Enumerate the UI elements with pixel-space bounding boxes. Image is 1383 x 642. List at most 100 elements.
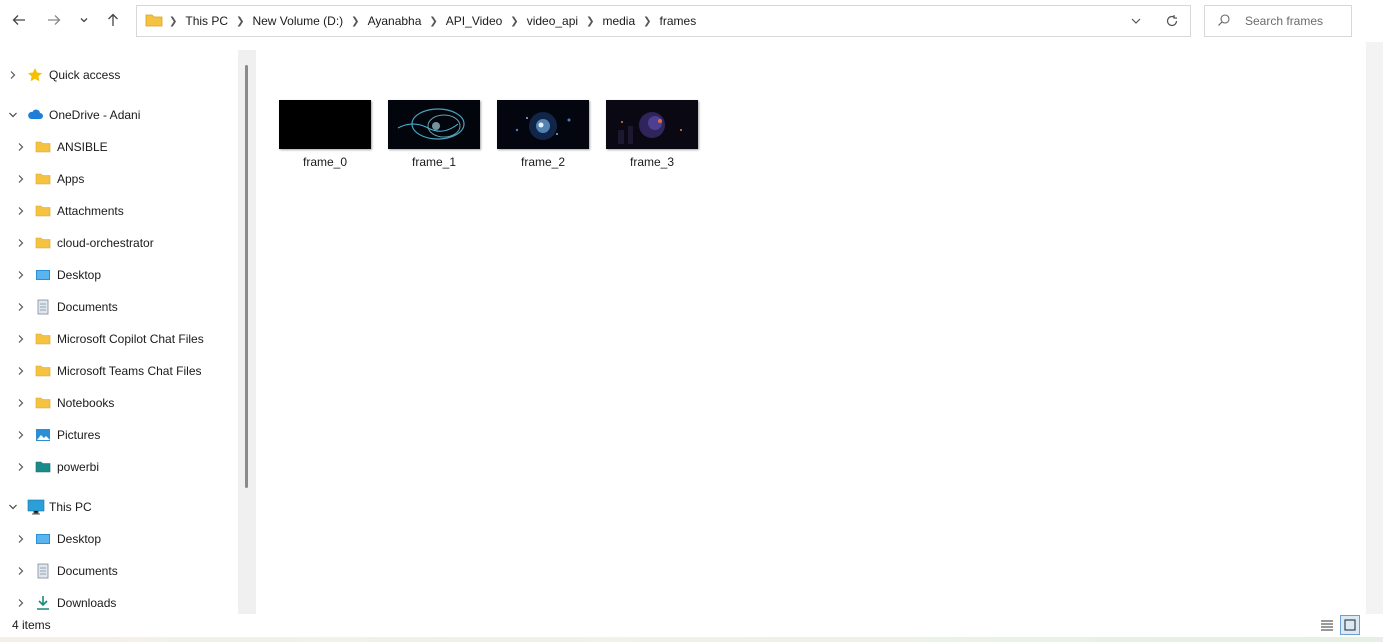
file-thumbnail[interactable]: [279, 100, 371, 149]
breadcrumb-separator[interactable]: ❯: [169, 16, 185, 27]
sidebar-item-attachments[interactable]: Attachments: [0, 200, 236, 222]
refresh-icon: [1166, 15, 1178, 27]
navigation-pane-scrollbar[interactable]: [238, 50, 256, 614]
breadcrumb-separator[interactable]: ❯: [643, 16, 651, 27]
file-name[interactable]: frame_3: [606, 155, 698, 169]
file-name[interactable]: frame_2: [497, 155, 589, 169]
breadcrumb-separator[interactable]: ❯: [351, 16, 359, 27]
sidebar-item-cloud-orchestrator[interactable]: cloud-orchestrator: [0, 232, 236, 254]
file-name[interactable]: frame_0: [279, 155, 371, 169]
item-count: 4 items: [12, 618, 51, 632]
download-icon: [35, 595, 51, 611]
arrow-up-icon: [108, 13, 118, 26]
sidebar-item-desktop[interactable]: Desktop: [0, 528, 236, 550]
folder-icon: [145, 12, 163, 31]
breadcrumb-separator[interactable]: ❯: [510, 16, 518, 27]
recent-locations-button[interactable]: [73, 9, 95, 31]
sidebar-item-label: cloud-orchestrator: [57, 236, 154, 250]
folder-icon: [35, 139, 51, 155]
chevron-down-icon: [1131, 18, 1141, 24]
folder-icon: [35, 363, 51, 379]
chevron-right-icon[interactable]: [15, 429, 27, 441]
chevron-down-icon[interactable]: [7, 109, 19, 121]
chevron-right-icon[interactable]: [15, 301, 27, 313]
sidebar-item-label: Downloads: [57, 596, 117, 610]
sidebar-item-label: ANSIBLE: [57, 140, 108, 154]
search-placeholder: Search frames: [1245, 14, 1324, 28]
breadcrumb: This PC ❯ New Volume (D:) ❯ Ayanabha ❯ API_Vid…: [185, 14, 696, 28]
file-thumbnail[interactable]: [388, 100, 480, 149]
folder-icon: [35, 395, 51, 411]
sidebar-item-label: Desktop: [57, 268, 102, 282]
sidebar-item-label: OneDrive - Adani: [49, 108, 141, 122]
sidebar-item-onedrive-adani[interactable]: OneDrive - Adani: [0, 104, 236, 126]
content-scrollbar[interactable]: [1366, 42, 1383, 642]
breadcrumb-separator[interactable]: ❯: [429, 16, 437, 27]
forward-button[interactable]: [43, 9, 65, 31]
chevron-right-icon[interactable]: [15, 565, 27, 577]
chevron-right-icon[interactable]: [15, 461, 27, 473]
chevron-down-icon[interactable]: [7, 501, 19, 513]
file-thumbnail[interactable]: [606, 100, 698, 149]
refresh-button[interactable]: [1154, 14, 1190, 28]
file-item[interactable]: frame_0: [279, 100, 371, 169]
sidebar-item-powerbi[interactable]: powerbi: [0, 456, 236, 478]
sidebar-item-label: Pictures: [57, 428, 101, 442]
file-item[interactable]: frame_3: [606, 100, 698, 169]
breadcrumb-item[interactable]: video_api: [527, 14, 578, 28]
sidebar-item-desktop[interactable]: Desktop: [0, 264, 236, 286]
arrow-left-icon: [12, 15, 25, 25]
sidebar-item-pictures[interactable]: Pictures: [0, 424, 236, 446]
chevron-right-icon[interactable]: [15, 269, 27, 281]
chevron-right-icon[interactable]: [15, 333, 27, 345]
file-name[interactable]: frame_1: [388, 155, 480, 169]
address-bar[interactable]: ❯ This PC ❯ New Volume (D:) ❯ Ayanabha ❯ API_V…: [136, 5, 1191, 37]
breadcrumb-item[interactable]: Ayanabha: [368, 14, 422, 28]
toolbar: ❯ This PC ❯ New Volume (D:) ❯ Ayanabha ❯ API_V…: [0, 0, 1383, 42]
breadcrumb-item[interactable]: API_Video: [446, 14, 503, 28]
scrollbar-thumb[interactable]: [245, 65, 248, 488]
folder-icon: [35, 235, 51, 251]
chevron-right-icon[interactable]: [15, 237, 27, 249]
breadcrumb-item[interactable]: media: [602, 14, 635, 28]
chevron-right-icon[interactable]: [15, 141, 27, 153]
chevron-right-icon[interactable]: [15, 397, 27, 409]
sidebar-item-microsoft-teams-chat-files[interactable]: Microsoft Teams Chat Files: [0, 360, 236, 382]
file-item[interactable]: frame_2: [497, 100, 589, 169]
back-button[interactable]: [8, 9, 30, 31]
sidebar-item-label: This PC: [49, 500, 92, 514]
breadcrumb-item[interactable]: frames: [660, 14, 697, 28]
sidebar-item-downloads[interactable]: Downloads: [0, 592, 236, 614]
sidebar-item-label: Quick access: [49, 68, 121, 82]
documents-icon: [35, 299, 51, 315]
chevron-right-icon[interactable]: [15, 173, 27, 185]
search-box[interactable]: Search frames: [1204, 5, 1352, 37]
sidebar-item-ansible[interactable]: ANSIBLE: [0, 136, 236, 158]
breadcrumb-separator[interactable]: ❯: [236, 16, 244, 27]
sidebar-item-documents[interactable]: Documents: [0, 296, 236, 318]
desktop-icon: [35, 267, 51, 283]
breadcrumb-item[interactable]: New Volume (D:): [252, 14, 343, 28]
large-icons-view-button[interactable]: [1340, 615, 1360, 635]
chevron-right-icon[interactable]: [15, 533, 27, 545]
up-button[interactable]: [102, 9, 124, 31]
file-item[interactable]: frame_1: [388, 100, 480, 169]
sidebar-item-quick-access[interactable]: Quick access: [0, 64, 236, 86]
sidebar-item-microsoft-copilot-chat-files[interactable]: Microsoft Copilot Chat Files: [0, 328, 236, 350]
chevron-right-icon[interactable]: [15, 365, 27, 377]
breadcrumb-separator[interactable]: ❯: [586, 16, 594, 27]
sidebar-item-apps[interactable]: Apps: [0, 168, 236, 190]
sidebar-item-label: Documents: [57, 564, 118, 578]
chevron-right-icon[interactable]: [15, 597, 27, 609]
large-icons-view-icon: [1344, 619, 1356, 631]
file-thumbnail[interactable]: [497, 100, 589, 149]
sidebar-item-notebooks[interactable]: Notebooks: [0, 392, 236, 414]
sidebar-item-this-pc[interactable]: This PC: [0, 496, 236, 518]
chevron-right-icon[interactable]: [7, 69, 19, 81]
taskbar-edge: [0, 637, 1383, 642]
details-view-button[interactable]: [1317, 615, 1337, 635]
breadcrumb-item[interactable]: This PC: [185, 14, 228, 28]
chevron-right-icon[interactable]: [15, 205, 27, 217]
sidebar-item-documents[interactable]: Documents: [0, 560, 236, 582]
address-dropdown-button[interactable]: [1118, 15, 1154, 27]
